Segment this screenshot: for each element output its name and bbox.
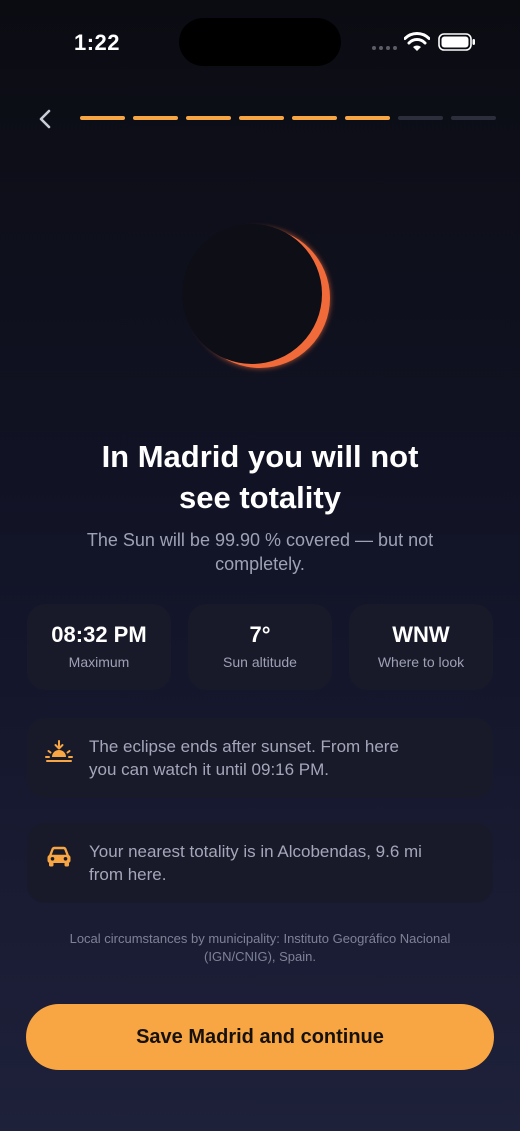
sunset-icon bbox=[45, 740, 73, 762]
stat-value: 7° bbox=[249, 622, 271, 647]
back-button[interactable] bbox=[30, 104, 60, 134]
progress-segment-complete bbox=[345, 116, 390, 120]
stat-label: Maximum bbox=[68, 654, 130, 670]
coverage-description-line-2: completely. bbox=[215, 554, 305, 574]
step-progress-indicator bbox=[80, 116, 496, 120]
car-icon bbox=[47, 846, 71, 867]
nearest-totality-line-2: from here. bbox=[89, 865, 167, 884]
battery-icon bbox=[438, 33, 475, 51]
stat-card-where-to-look: WNW Where to look bbox=[349, 604, 493, 690]
page-title-line-1: In Madrid you will not bbox=[101, 439, 419, 474]
progress-segment-complete bbox=[186, 116, 231, 120]
nearest-totality-card: Your nearest totality is in Alcobendas, … bbox=[27, 823, 493, 903]
chevron-left-icon bbox=[39, 109, 51, 129]
dynamic-island bbox=[179, 18, 341, 66]
coverage-description-line-1: The Sun will be 99.90 % covered — but no… bbox=[86, 530, 434, 550]
sunset-info-text: The eclipse ends after sunset. From here… bbox=[89, 735, 469, 781]
coverage-description: The Sun will be 99.90 % covered — but no… bbox=[50, 528, 470, 576]
eclipse-stats: 08:32 PM Maximum 7° Sun altitude WNW Whe… bbox=[27, 604, 493, 690]
page-title-line-2: see totality bbox=[179, 480, 341, 515]
onboarding-nav bbox=[0, 100, 520, 136]
stat-label: Where to look bbox=[377, 654, 465, 670]
page-title: In Madrid you will not see totality bbox=[40, 436, 480, 518]
stat-label: Sun altitude bbox=[223, 654, 297, 670]
attribution-line-2: (IGN/CNIG), Spain. bbox=[204, 949, 316, 964]
data-attribution: Local circumstances by municipality: Ins… bbox=[30, 930, 490, 966]
eclipse-crescent-icon bbox=[182, 224, 330, 368]
stat-value: 08:32 PM bbox=[51, 622, 147, 647]
progress-segment-complete bbox=[80, 116, 125, 120]
progress-segment-pending bbox=[398, 116, 443, 120]
progress-segment-complete bbox=[239, 116, 284, 120]
nearest-totality-text: Your nearest totality is in Alcobendas, … bbox=[89, 840, 469, 886]
status-bar: 1:22 bbox=[0, 0, 520, 80]
sunset-info-card: The eclipse ends after sunset. From here… bbox=[27, 718, 493, 798]
sunset-info-line-2: you can watch it until 09:16 PM. bbox=[89, 760, 330, 779]
status-time: 1:22 bbox=[74, 30, 121, 55]
progress-segment-pending bbox=[451, 116, 496, 120]
sunset-info-line-1: The eclipse ends after sunset. From here bbox=[89, 737, 399, 756]
wifi-icon bbox=[404, 32, 430, 51]
attribution-line-1: Local circumstances by municipality: Ins… bbox=[69, 931, 451, 946]
nearest-totality-line-1: Your nearest totality is in Alcobendas, … bbox=[89, 842, 422, 861]
cellular-signal-icon bbox=[372, 46, 397, 50]
stat-card-maximum: 08:32 PM Maximum bbox=[27, 604, 171, 690]
progress-segment-complete bbox=[292, 116, 337, 120]
stat-value: WNW bbox=[392, 622, 450, 647]
save-location-continue-button[interactable]: Save Madrid and continue bbox=[26, 1004, 494, 1070]
progress-segment-complete bbox=[133, 116, 178, 120]
stat-card-sun-altitude: 7° Sun altitude bbox=[188, 604, 332, 690]
